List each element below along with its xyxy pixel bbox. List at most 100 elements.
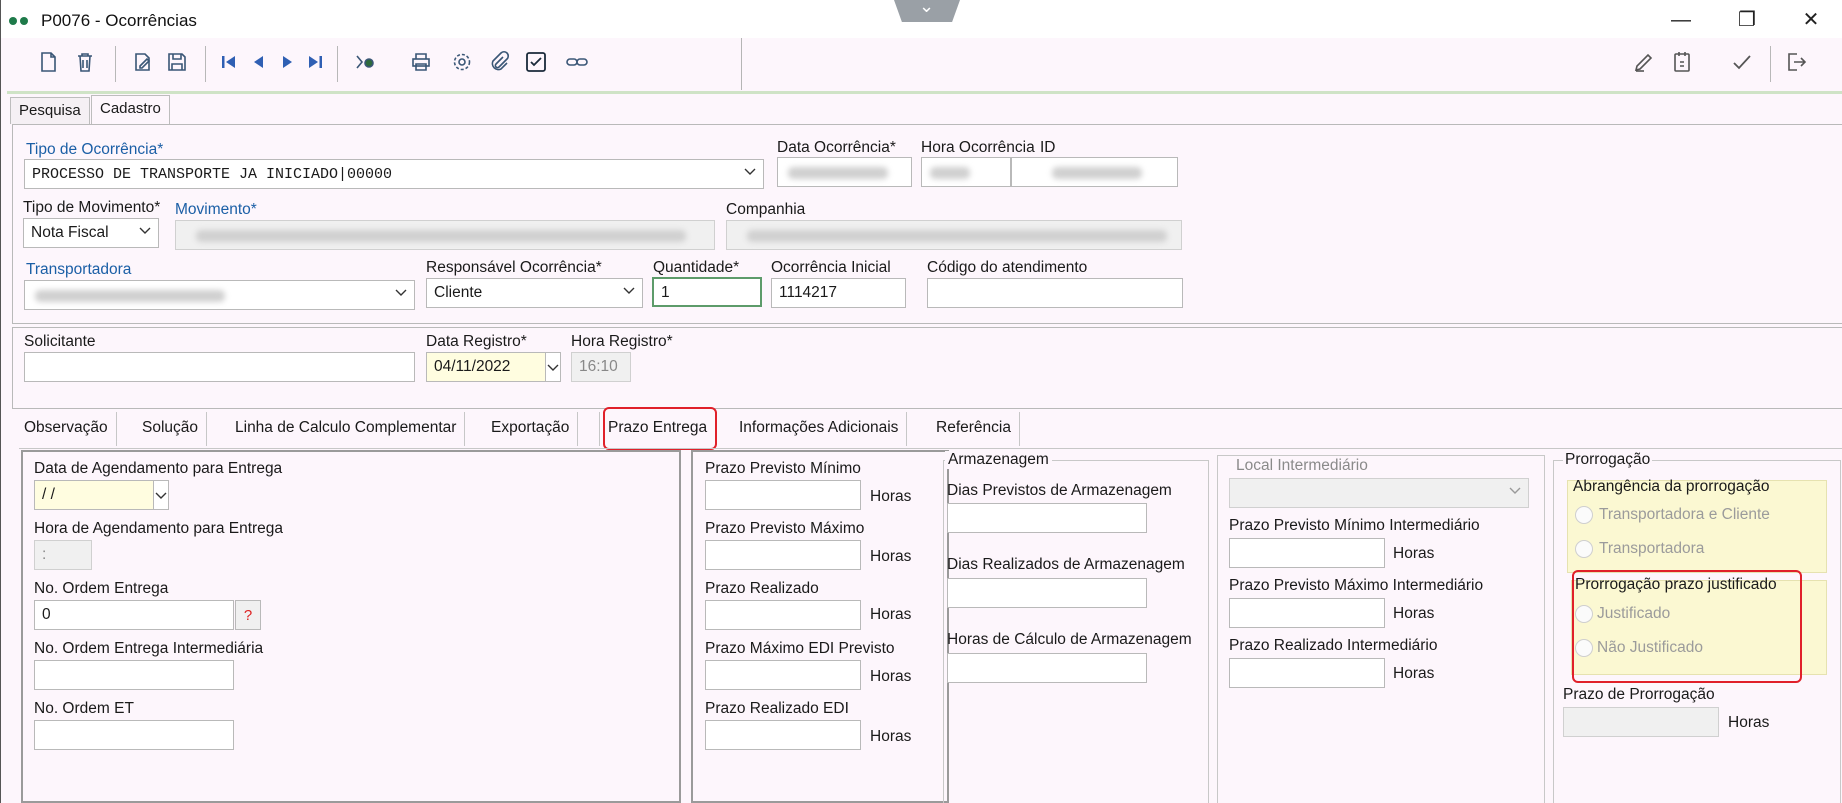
- redacted-value: [930, 167, 970, 179]
- tab-solucao[interactable]: Solução: [134, 412, 208, 446]
- prazo-prorrogacao-field[interactable]: [1563, 707, 1719, 737]
- hora-agendamento-label: Hora de Agendamento para Entrega: [34, 520, 284, 537]
- hora-registro-label: Hora Registro*: [571, 333, 673, 350]
- data-agendamento-label: Data de Agendamento para Entrega: [34, 460, 283, 477]
- tipo-ocorrencia-select[interactable]: PROCESSO DE TRANSPORTE JA INICIADO|00000: [24, 159, 764, 189]
- exit-icon[interactable]: [1782, 50, 1810, 78]
- companhia-field[interactable]: [726, 220, 1182, 250]
- prazo-previsto-minimo-field[interactable]: [705, 480, 861, 510]
- attach-icon[interactable]: [485, 50, 513, 78]
- ordem-entrega-field[interactable]: 0: [34, 600, 234, 630]
- toolbar-separator: [115, 46, 116, 82]
- solicitante-field[interactable]: [24, 352, 415, 382]
- window-title: P0076 - Ocorrências: [41, 11, 197, 30]
- transportadora-select[interactable]: [24, 280, 415, 310]
- first-record-icon[interactable]: [215, 50, 243, 78]
- hours-unit: Horas: [870, 548, 912, 565]
- tipo-ocorrencia-value: PROCESSO DE TRANSPORTE JA INICIADO|00000: [32, 166, 393, 183]
- hora-registro-field[interactable]: 16:10: [571, 352, 631, 382]
- prazo-previsto-maximo-field[interactable]: [705, 540, 861, 570]
- data-ocorrencia-label: Data Ocorrência*: [777, 139, 896, 156]
- hours-unit: Horas: [1393, 605, 1435, 622]
- hora-ocorrencia-field[interactable]: [921, 157, 1011, 187]
- search-record-icon[interactable]: [352, 50, 380, 78]
- data-registro-field[interactable]: 04/11/2022: [426, 352, 546, 382]
- calendar-icon[interactable]: [1668, 50, 1696, 78]
- minimize-button[interactable]: —: [1661, 6, 1701, 34]
- maximize-button[interactable]: ❐: [1727, 6, 1767, 34]
- horas-calculo-armazenagem-label: Horas de Cálculo de Armazenagem: [947, 631, 1192, 648]
- chevron-down-icon: [1508, 483, 1522, 500]
- print-icon[interactable]: [407, 50, 435, 78]
- chevron-down-icon: [743, 164, 757, 183]
- toolbar: [7, 38, 742, 90]
- horas-calculo-armazenagem-field[interactable]: [947, 653, 1147, 683]
- prazo-previsto-maximo-intermediario-label: Prazo Previsto Máximo Intermediário: [1229, 577, 1484, 594]
- tipo-movimento-select[interactable]: Nota Fiscal: [23, 218, 159, 248]
- data-agendamento-dropdown[interactable]: [153, 480, 169, 510]
- new-icon[interactable]: [34, 50, 62, 78]
- ordem-et-field[interactable]: [34, 720, 234, 750]
- collapse-notch[interactable]: ⌄: [894, 0, 960, 22]
- local-intermediario-title: Local Intermediário: [1233, 457, 1371, 475]
- hora-agendamento-field[interactable]: :: [34, 540, 92, 570]
- edit-icon[interactable]: [129, 50, 157, 78]
- radio-transportadora-cliente[interactable]: [1575, 506, 1593, 524]
- data-agendamento-field[interactable]: / /: [34, 480, 154, 510]
- previous-record-icon[interactable]: [245, 50, 273, 78]
- dias-realizados-armazenagem-field[interactable]: [947, 578, 1147, 608]
- tab-informacoes-adicionais[interactable]: Informações Adicionais: [731, 412, 908, 446]
- tab-referencia[interactable]: Referência: [928, 412, 1020, 446]
- pen-icon[interactable]: [1630, 50, 1658, 78]
- close-button[interactable]: ✕: [1791, 6, 1831, 34]
- tab-cadastro[interactable]: Cadastro: [91, 95, 170, 125]
- save-icon[interactable]: [163, 50, 191, 78]
- radio-transportadora[interactable]: [1575, 540, 1593, 558]
- redacted-value: [788, 167, 888, 179]
- quantidade-label: Quantidade*: [653, 259, 740, 276]
- hours-unit: Horas: [870, 488, 912, 505]
- ordem-entrega-intermediaria-field[interactable]: [34, 660, 234, 690]
- next-record-icon[interactable]: [273, 50, 301, 78]
- local-intermediario-select[interactable]: [1229, 478, 1529, 508]
- checkbox-icon[interactable]: [522, 50, 550, 78]
- link-icon[interactable]: [563, 50, 591, 78]
- prazo-maximo-edi-previsto-label: Prazo Máximo EDI Previsto: [705, 640, 895, 657]
- prazo-maximo-edi-previsto-field[interactable]: [705, 660, 861, 690]
- prazo-realizado-field[interactable]: [705, 600, 861, 630]
- id-field[interactable]: [1011, 157, 1178, 187]
- prazo-previsto-maximo-intermediario-field[interactable]: [1229, 598, 1385, 628]
- prazo-realizado-intermediario-field[interactable]: [1229, 658, 1385, 688]
- tab-observacao[interactable]: Observação: [16, 412, 117, 446]
- quantidade-field[interactable]: 1: [652, 277, 762, 307]
- responsavel-ocorrencia-label: Responsável Ocorrência*: [426, 259, 602, 276]
- tab-linha-calculo-complementar[interactable]: Linha de Calculo Complementar: [227, 412, 466, 446]
- prazo-realizado-label: Prazo Realizado: [705, 580, 819, 597]
- app-dot-icon: [20, 17, 28, 25]
- codigo-atendimento-field[interactable]: [927, 278, 1183, 308]
- tab-pesquisa[interactable]: Pesquisa: [10, 97, 90, 124]
- last-record-icon[interactable]: [301, 50, 329, 78]
- data-registro-dropdown[interactable]: [545, 352, 561, 382]
- delete-icon[interactable]: [71, 50, 99, 78]
- settings-icon[interactable]: [448, 50, 476, 78]
- prazo-previsto-minimo-intermediario-field[interactable]: [1229, 538, 1385, 568]
- prazo-previsto-maximo-label: Prazo Previsto Máximo: [705, 520, 865, 537]
- ocorrencia-inicial-field[interactable]: 1114217: [771, 278, 906, 308]
- movimento-label: Movimento*: [175, 201, 257, 218]
- prorrogacao-title: Prorrogação: [1563, 451, 1653, 469]
- ordem-entrega-intermediaria-label: No. Ordem Entrega Intermediária: [34, 640, 264, 657]
- tab-exportacao[interactable]: Exportação: [483, 412, 579, 446]
- chevron-down-icon: [394, 285, 408, 302]
- chevron-down-icon: [138, 223, 152, 240]
- chevron-down-icon: [622, 283, 636, 300]
- confirm-icon[interactable]: [1728, 50, 1756, 78]
- transportadora-cliente-label: Transportadora e Cliente: [1599, 506, 1770, 523]
- data-ocorrencia-field[interactable]: [777, 157, 912, 187]
- help-icon[interactable]: ?: [235, 600, 261, 630]
- chevron-down-icon: [154, 488, 168, 505]
- movimento-field[interactable]: [175, 220, 715, 250]
- dias-previstos-armazenagem-field[interactable]: [947, 503, 1147, 533]
- prazo-realizado-edi-field[interactable]: [705, 720, 861, 750]
- responsavel-ocorrencia-select[interactable]: Cliente: [426, 278, 643, 308]
